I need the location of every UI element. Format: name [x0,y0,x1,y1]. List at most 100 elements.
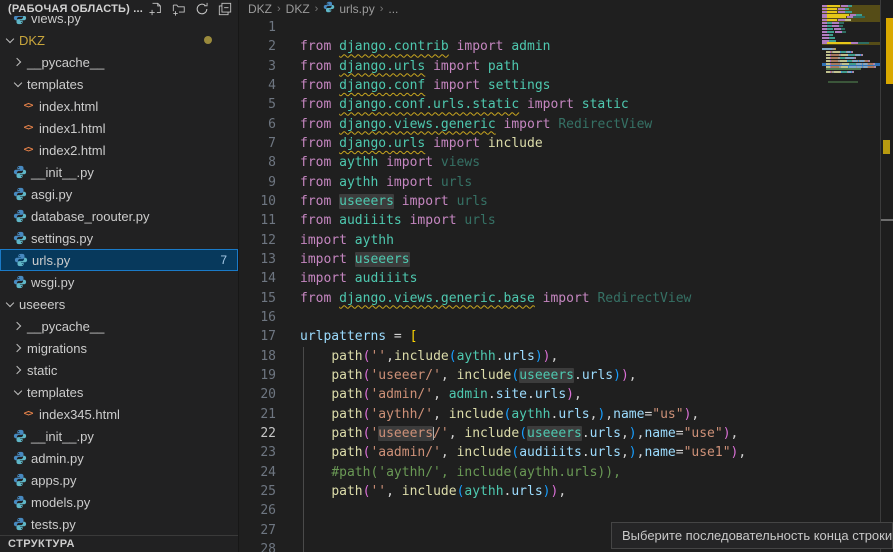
tree-item-tests-py[interactable]: tests.py [0,513,238,535]
code-line[interactable]: path('aadmin/', include(audiiits.urls,),… [300,443,821,462]
breadcrumb-folder[interactable]: DKZ [248,2,272,16]
code-line[interactable]: path('useeer/', include(useeers.urls)), [300,366,821,385]
code-line[interactable]: from django.conf import settings [300,76,821,95]
tree-item-static[interactable]: static [0,359,238,381]
tree-item-label: __init__.py [31,429,94,444]
refresh-icon[interactable] [195,2,209,16]
code-line[interactable]: import aythh [300,231,821,250]
tree-item-index2-html[interactable]: <>index2.html [0,139,238,161]
code-line[interactable]: path('', include(aythh.urls)), [300,482,821,501]
workspace-section-header[interactable]: (РАБОЧАЯ ОБЛАСТЬ) ... [0,0,238,16]
python-file-icon [12,495,28,509]
tree-item-models-py[interactable]: models.py [0,491,238,513]
vscode-window: views.pyDKZ__pycache__templates<>index.h… [0,0,893,552]
outline-section-header[interactable]: СТРУКТУРА [0,535,238,552]
code-line[interactable]: from aythh import views [300,153,821,172]
chevron-down-icon [4,302,16,306]
code-editor[interactable]: DKZ › DKZ › urls.py › ... 12345678910111… [239,0,893,552]
breadcrumb-folder[interactable]: DKZ [286,2,310,16]
tree-item-label: templates [27,385,83,400]
tooltip-text: Выберите последовательность конца строки [622,528,892,543]
code-line[interactable]: path('useeers/', include(useeers.urls,),… [300,424,821,443]
tree-item-templates[interactable]: templates [0,381,238,403]
code-line[interactable]: #path('aythh/', include(aythh.urls)), [300,463,821,482]
tree-item-asgi-py[interactable]: asgi.py [0,183,238,205]
breadcrumb-file[interactable]: urls.py [339,2,374,16]
tree-item-label: urls.py [32,253,70,268]
html-file-icon: <> [20,123,36,133]
tree-item-label: models.py [31,495,90,510]
tree-item-database-roouter-py[interactable]: database_roouter.py [0,205,238,227]
code-line[interactable]: from audiiits import urls [300,211,821,230]
code-line[interactable]: import audiiits [300,269,821,288]
html-file-icon: <> [20,145,36,155]
warning-marker [886,18,893,84]
code-line[interactable]: from django.views.generic import Redirec… [300,115,821,134]
python-file-icon [12,429,28,443]
tree-item--pycache-[interactable]: __pycache__ [0,315,238,337]
html-file-icon: <> [20,409,36,419]
code-line[interactable] [300,18,821,37]
new-folder-icon[interactable] [172,2,186,16]
tree-item-label: settings.py [31,231,93,246]
tree-item-label: templates [27,77,83,92]
code-line[interactable]: from useeers import urls [300,192,821,211]
code-line[interactable]: from django.urls import include [300,134,821,153]
tree-item-label: index.html [39,99,98,114]
python-file-icon [12,187,28,201]
modified-dot-icon [204,36,212,44]
code-line[interactable]: path('admin/', admin.site.urls), [300,385,821,404]
code-line[interactable]: from django.urls import path [300,57,821,76]
tree-item-admin-py[interactable]: admin.py [0,447,238,469]
code-line[interactable] [300,308,821,327]
code-line[interactable]: from django.contrib import admin [300,37,821,56]
tree-item-label: __init__.py [31,165,94,180]
code-line[interactable]: urlpatterns = [ [300,327,821,346]
tree-item-wsgi-py[interactable]: wsgi.py [0,271,238,293]
tree-item-index1-html[interactable]: <>index1.html [0,117,238,139]
tree-item-label: database_roouter.py [31,209,150,224]
code-line[interactable]: path('aythh/', include(aythh.urls,),name… [300,405,821,424]
code-line[interactable]: from django.views.generic.base import Re… [300,289,821,308]
chevron-down-icon [4,38,16,42]
file-tree: views.pyDKZ__pycache__templates<>index.h… [0,7,238,535]
chevron-right-icon [12,59,24,65]
breadcrumb-symbol[interactable]: ... [388,2,398,16]
tree-item-urls-py[interactable]: urls.py 7 [0,249,238,271]
tree-item-index-html[interactable]: <>index.html [0,95,238,117]
tree-item-apps-py[interactable]: apps.py [0,469,238,491]
minimap-line [822,80,880,83]
tree-item-useeers[interactable]: useeers [0,293,238,315]
problems-badge: 7 [220,253,227,267]
tree-item--init-py[interactable]: __init__.py [0,425,238,447]
minimap[interactable] [822,2,880,83]
code-line[interactable]: from django.conf.urls.static import stat… [300,95,821,114]
python-file-icon [12,473,28,487]
tree-item--pycache-[interactable]: __pycache__ [0,51,238,73]
tree-item-index345-html[interactable]: <>index345.html [0,403,238,425]
collapse-all-icon[interactable] [218,2,232,16]
tree-item-templates[interactable]: templates [0,73,238,95]
code-line[interactable] [300,501,821,520]
html-file-icon: <> [20,101,36,111]
code-line[interactable]: path('',include(aythh.urls)), [300,347,821,366]
tree-item-label: static [27,363,57,378]
tree-item-label: wsgi.py [31,275,74,290]
tree-item-label: asgi.py [31,187,72,202]
python-file-icon [12,517,28,531]
tree-item-label: migrations [27,341,87,356]
tree-item-migrations[interactable]: migrations [0,337,238,359]
python-file-icon [12,451,28,465]
new-file-icon[interactable] [149,2,163,16]
tree-item-label: DKZ [19,33,45,48]
overview-ruler[interactable] [880,0,893,552]
code-line[interactable]: import useeers [300,250,821,269]
chevron-right-icon: › [277,3,281,15]
code-content[interactable]: from django.contrib import adminfrom dja… [300,18,821,552]
tree-item-settings-py[interactable]: settings.py [0,227,238,249]
tree-item--init-py[interactable]: __init__.py [0,161,238,183]
python-file-icon [323,1,335,16]
tree-item-label: index1.html [39,121,105,136]
tree-item-dkz[interactable]: DKZ [0,29,238,51]
code-line[interactable]: from aythh import urls [300,173,821,192]
